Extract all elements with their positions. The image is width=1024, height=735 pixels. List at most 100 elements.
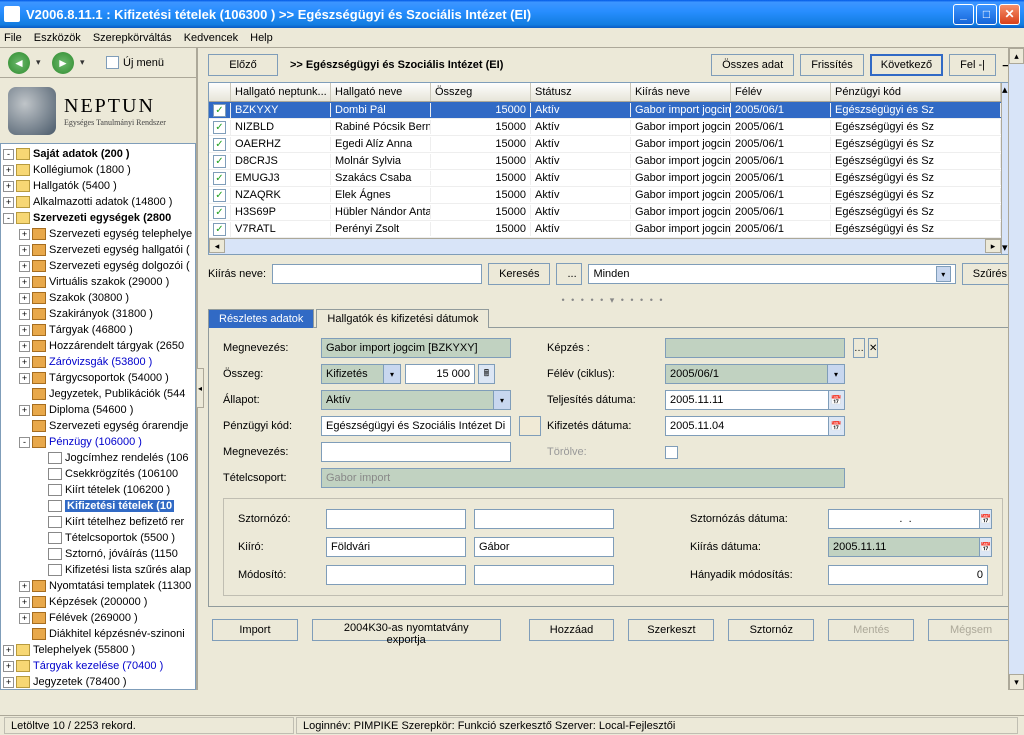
tree-expander[interactable]: +: [19, 261, 30, 272]
grid-header[interactable]: Hallgató neptunk... Hallgató neve Összeg…: [209, 83, 1001, 102]
fld-penzugyi[interactable]: [321, 416, 511, 436]
tree-expander[interactable]: +: [19, 405, 30, 416]
tree-label[interactable]: Diákhitel képzésnév-szinoni: [49, 628, 185, 640]
tree-item[interactable]: + Szervezeti egység dolgozói (: [3, 258, 193, 274]
cancel-button[interactable]: Mégsem: [928, 619, 1014, 641]
tree-label[interactable]: Tárgyak (46800 ): [49, 324, 133, 336]
tree-label[interactable]: Hallgatók (5400 ): [33, 180, 117, 192]
uj-menu-checkbox[interactable]: [106, 56, 119, 69]
tree-label[interactable]: Nyomtatási templatek (11300: [49, 580, 191, 592]
tree-label[interactable]: Telephelyek (55800 ): [33, 644, 135, 656]
row-checkbox[interactable]: ✓: [213, 138, 226, 151]
fld-kiiro-ker[interactable]: [474, 537, 614, 557]
tree-item[interactable]: +Kollégiumok (1800 ): [3, 162, 193, 178]
tab-reszletes[interactable]: Részletes adatok: [208, 309, 314, 328]
tree-item[interactable]: Jogcímhez rendelés (106: [3, 450, 193, 466]
tree-item[interactable]: + Szakok (30800 ): [3, 290, 193, 306]
fld-modosito-vez[interactable]: [326, 565, 466, 585]
tree-item[interactable]: Kiírt tételhez befizető rer: [3, 514, 193, 530]
penzugyi-browse-button[interactable]: [519, 416, 541, 436]
tree-item[interactable]: +Nyomtatási templatek (11300: [3, 578, 193, 594]
tree-expander[interactable]: +: [19, 325, 30, 336]
fld-megnevezes[interactable]: [321, 338, 511, 358]
tree-label[interactable]: Félévek (269000 ): [49, 612, 138, 624]
fld-sztornozo-ker[interactable]: [474, 509, 614, 529]
tree-expander[interactable]: -: [3, 213, 14, 224]
tree-label[interactable]: Szervezeti egység telephelye: [49, 228, 192, 240]
kiirasdatum-cal-icon[interactable]: 📅: [979, 537, 992, 557]
tree-label[interactable]: Kiírt tételhez befizető rer: [65, 516, 184, 528]
tab-hallgatok[interactable]: Hallgatók és kifizetési dátumok: [316, 309, 489, 328]
tree-item[interactable]: Kifizetési tételek (10: [3, 498, 193, 514]
tree-item[interactable]: +Jegyzetek (78400 ): [3, 674, 193, 690]
tree-label[interactable]: Virtuális szakok (29000 ): [49, 276, 169, 288]
tree-item[interactable]: +Hallgatók (5400 ): [3, 178, 193, 194]
fld-kepzes[interactable]: [665, 338, 845, 358]
tree-label[interactable]: Jogcímhez rendelés (106: [65, 452, 189, 464]
pane-divider[interactable]: • • • • • ▾ • • • • •: [208, 295, 1018, 306]
fld-tetelcsoport[interactable]: [321, 468, 845, 488]
menu-szerepkor[interactable]: Szerepkörváltás: [93, 32, 172, 44]
tree-item[interactable]: Kifizetési lista szűrés alap: [3, 562, 193, 578]
tree-item[interactable]: Szervezeti egység órarendje: [3, 418, 193, 434]
tree-item[interactable]: +Tárgyak kezelése (70400 ): [3, 658, 193, 674]
maximize-button[interactable]: □: [976, 4, 997, 25]
menu-kedvencek[interactable]: Kedvencek: [184, 32, 238, 44]
tree-label[interactable]: Kifizetési lista szűrés alap: [65, 564, 191, 576]
tree-item[interactable]: +Szervezeti egység telephelye: [3, 226, 193, 242]
tree-item[interactable]: + Félévek (269000 ): [3, 610, 193, 626]
tree-label[interactable]: Diploma (54600 ): [49, 404, 133, 416]
fld-modosito-ker[interactable]: [474, 565, 614, 585]
row-checkbox[interactable]: ✓: [213, 206, 226, 219]
tree-item[interactable]: +Tárgycsoportok (54000 ): [3, 370, 193, 386]
search-more-button[interactable]: ...: [556, 263, 582, 285]
tree-expander[interactable]: +: [3, 197, 14, 208]
table-row[interactable]: ✓OAERHZEgedi Alíz Anna15000AktívGabor im…: [209, 136, 1001, 153]
tree-expander[interactable]: +: [19, 293, 30, 304]
felev-drop[interactable]: ▾: [828, 364, 845, 384]
tree-item[interactable]: Csekkrögzítés (106100: [3, 466, 193, 482]
fld-teljesites[interactable]: [665, 390, 829, 410]
data-grid[interactable]: Hallgató neptunk... Hallgató neve Összeg…: [208, 82, 1018, 255]
tree-label[interactable]: Szakok (30800 ): [49, 292, 129, 304]
tree-item[interactable]: +Képzések (200000 ): [3, 594, 193, 610]
tree-item[interactable]: + Szakirányok (31800 ): [3, 306, 193, 322]
tree-item[interactable]: Sztornó, jóváírás (1150: [3, 546, 193, 562]
tree-expander[interactable]: +: [19, 597, 30, 608]
tree-expander[interactable]: +: [19, 357, 30, 368]
table-row[interactable]: ✓BZKYXYDombi Pál15000AktívGabor import j…: [209, 102, 1001, 119]
kepzes-browse-button[interactable]: …: [853, 338, 865, 358]
search-button[interactable]: Keresés: [488, 263, 550, 285]
prev-button[interactable]: Előző: [208, 54, 278, 76]
row-checkbox[interactable]: ✓: [213, 155, 226, 168]
tree-expander[interactable]: +: [19, 309, 30, 320]
tree-label[interactable]: Szervezeti egység dolgozói (: [49, 260, 190, 272]
col-kiiras[interactable]: Kiírás neve: [631, 83, 731, 101]
fld-sztornozas-datum[interactable]: [828, 509, 980, 529]
tree-expander[interactable]: -: [19, 437, 30, 448]
osszeg-tipus-drop[interactable]: ▾: [384, 364, 401, 384]
fld-sztornozo-vez[interactable]: [326, 509, 466, 529]
tree-expander[interactable]: +: [19, 245, 30, 256]
refresh-button[interactable]: Frissítés: [800, 54, 864, 76]
col-penzugyi[interactable]: Pénzügyi kód: [831, 83, 1001, 101]
tree-label[interactable]: Kifizetési tételek (10: [65, 500, 174, 512]
sztornozas-cal-icon[interactable]: 📅: [979, 509, 992, 529]
pane-vscroll[interactable]: ▴▾: [1008, 48, 1024, 690]
table-row[interactable]: ✓D8CRJSMolnár Sylvia15000AktívGabor impo…: [209, 153, 1001, 170]
edit-button[interactable]: Szerkeszt: [628, 619, 714, 641]
tree-expander[interactable]: +: [19, 613, 30, 624]
minimize-button[interactable]: _: [953, 4, 974, 25]
col-felev[interactable]: Félév: [731, 83, 831, 101]
nav-back-button[interactable]: ◄: [8, 52, 30, 74]
fld-osszeg-tipus[interactable]: [321, 364, 384, 384]
tree-item[interactable]: -Szervezeti egységek (2800: [3, 210, 193, 226]
tree-label[interactable]: Szakirányok (31800 ): [49, 308, 153, 320]
kifizetes-cal-icon[interactable]: 📅: [828, 416, 845, 436]
export-button[interactable]: 2004K30-as nyomtatvány exportja: [312, 619, 501, 641]
tree-label[interactable]: Saját adatok (200 ): [33, 148, 130, 160]
tree-expander[interactable]: +: [3, 645, 14, 656]
col-neptun[interactable]: Hallgató neptunk...: [231, 83, 331, 101]
tree-item[interactable]: -Saját adatok (200 ): [3, 146, 193, 162]
tree-item[interactable]: Tételcsoportok (5500 ): [3, 530, 193, 546]
